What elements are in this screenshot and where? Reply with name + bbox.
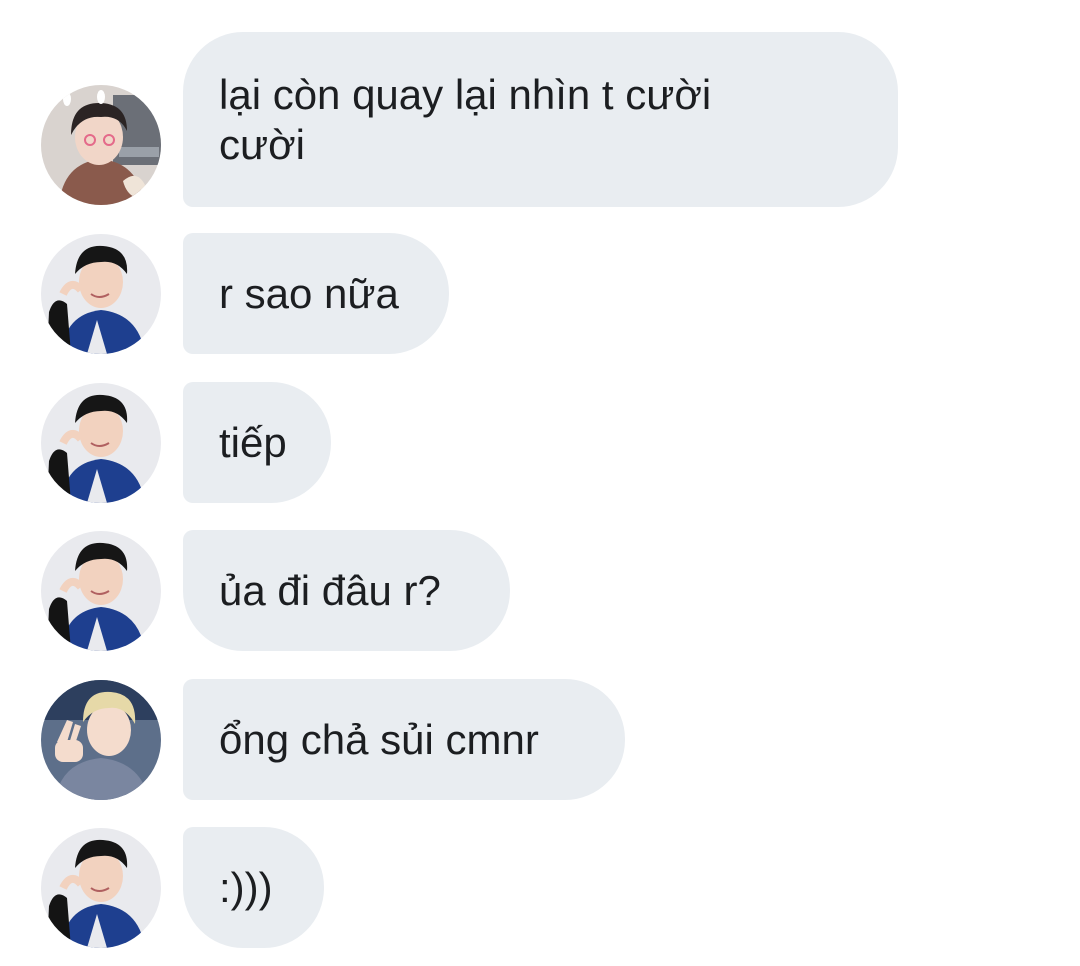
- avatar-photo: [41, 828, 161, 948]
- message-row: tiếp: [0, 382, 1080, 503]
- avatar[interactable]: [41, 680, 161, 800]
- avatar-photo: [41, 531, 161, 651]
- message-row: lại còn quay lại nhìn t cười cười: [0, 32, 1080, 207]
- avatar[interactable]: [41, 383, 161, 503]
- message-row: r sao nữa: [0, 233, 1080, 354]
- avatar[interactable]: [41, 828, 161, 948]
- message-bubble[interactable]: ủa đi đâu r?: [183, 530, 510, 651]
- message-bubble[interactable]: lại còn quay lại nhìn t cười cười: [183, 32, 898, 207]
- avatar[interactable]: [41, 85, 161, 205]
- message-text: lại còn quay lại nhìn t cười cười: [219, 70, 712, 168]
- message-thread: lại còn quay lại nhìn t cười cười r sao …: [0, 0, 1080, 966]
- message-row: ổng chả sủi cmnr: [0, 679, 1080, 800]
- avatar-photo: [41, 234, 161, 354]
- avatar-photo: [41, 680, 161, 800]
- message-bubble[interactable]: tiếp: [183, 382, 331, 503]
- message-text: tiếp: [219, 418, 287, 466]
- avatar-photo: [41, 383, 161, 503]
- message-text: :))): [219, 863, 273, 911]
- message-row: ủa đi đâu r?: [0, 530, 1080, 651]
- message-bubble[interactable]: ổng chả sủi cmnr: [183, 679, 625, 800]
- avatar[interactable]: [41, 531, 161, 651]
- message-text: ổng chả sủi cmnr: [219, 715, 539, 763]
- message-bubble[interactable]: :))): [183, 827, 324, 948]
- message-bubble[interactable]: r sao nữa: [183, 233, 449, 354]
- avatar[interactable]: [41, 234, 161, 354]
- avatar-photo: [41, 85, 161, 205]
- message-text: r sao nữa: [219, 269, 399, 317]
- message-row: :))): [0, 827, 1080, 948]
- message-text: ủa đi đâu r?: [219, 566, 441, 614]
